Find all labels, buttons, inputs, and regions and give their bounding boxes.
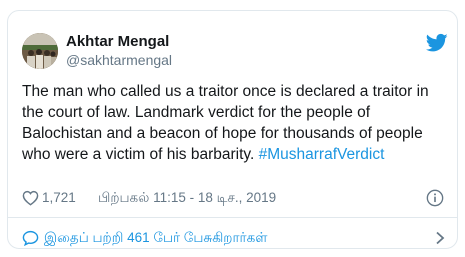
twitter-bird-icon[interactable] (426, 33, 448, 53)
tweet-timestamp[interactable]: பிற்பகல் 11:15 - 18 டிச., 2019 (98, 188, 276, 208)
heart-icon[interactable] (22, 190, 39, 206)
author-handle[interactable]: @sakhtarmengal (66, 52, 172, 68)
tweet-text: The man who called us a traitor once is … (22, 81, 452, 165)
conversation-label[interactable]: இதைப் பற்றி 461 பேர் பேசுகிறார்கள் (44, 226, 267, 250)
avatar[interactable] (22, 33, 58, 69)
like-count[interactable]: 1,721 (42, 188, 76, 208)
speech-bubble-icon (22, 230, 39, 246)
divider (8, 217, 457, 218)
tweet-meta: 1,721 பிற்பகல் 11:15 - 18 டிச., 2019 (22, 188, 447, 208)
chevron-right-icon[interactable] (435, 231, 445, 245)
conversation-link[interactable]: இதைப் பற்றி 461 பேர் பேசுகிறார்கள் (22, 226, 447, 250)
info-icon[interactable] (426, 189, 444, 207)
author-display-name[interactable]: Akhtar Mengal (66, 33, 169, 51)
tweet-hashtag[interactable]: #MusharrafVerdict (259, 146, 385, 163)
tweet-card: Akhtar Mengal @sakhtarmengal The man who… (7, 10, 458, 249)
